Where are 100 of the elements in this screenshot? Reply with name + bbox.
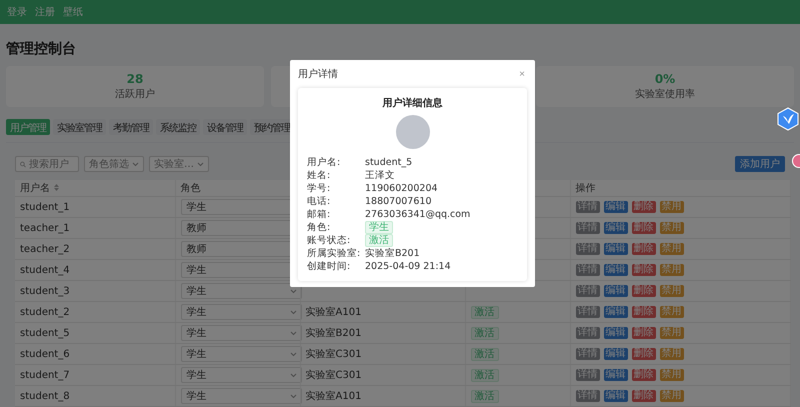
action-button[interactable]: 删除 [632,201,656,213]
field-tag: 学生 [365,221,393,234]
action-button[interactable]: 编辑 [604,285,628,297]
action-button[interactable]: 禁用 [660,348,684,360]
action-button[interactable]: 禁用 [660,222,684,234]
username-cell: teacher_2 [15,238,175,260]
chevron-icon [290,310,296,314]
filter-select[interactable]: 实验室… [149,156,209,172]
username-cell: teacher_1 [15,218,175,238]
role-value: 学生 [186,284,206,298]
action-button[interactable]: 编辑 [604,390,628,402]
field-label: 用户名: [307,156,342,169]
field-value: 2025-04-09 21:14 [365,261,451,272]
action-button[interactable]: 编辑 [604,369,628,381]
field-label: 创建时间: [307,260,352,273]
action-button[interactable]: 编辑 [604,348,628,360]
field-value: 王泽文 [365,170,395,181]
tab[interactable]: 设备管理 [203,119,247,135]
lab-cell: 实验室A101 [306,391,362,402]
username-cell: student_6 [15,344,175,364]
chevron-icon [197,162,204,166]
lab-cell: 实验室C301 [306,349,362,360]
tab[interactable]: 实验室管理 [53,119,106,135]
action-button[interactable]: 删除 [632,348,656,360]
field-label: 电话: [307,195,332,208]
action-button[interactable]: 编辑 [604,327,628,339]
chevron-icon [290,394,296,398]
column-label: 操作 [576,183,596,194]
role-value: 学生 [186,326,206,340]
chevron-icon [290,352,296,356]
action-button[interactable]: 编辑 [604,243,628,255]
field-value: 实验室B201 [365,248,420,259]
action-button[interactable]: 删除 [632,285,656,297]
role-select[interactable]: 学生 [180,346,302,362]
tab[interactable]: 用户管理 [6,119,50,135]
avatar-icon [396,115,430,149]
role-value: 学生 [186,390,206,403]
username-cell: student_1 [15,196,175,218]
action-button[interactable]: 禁用 [660,285,684,297]
action-button[interactable]: 编辑 [604,201,628,213]
action-button[interactable]: 删除 [632,264,656,276]
field-value: 18807007610 [365,196,432,207]
field-label: 邮箱: [307,208,332,221]
lab-cell: 实验室A101 [306,307,362,318]
username-cell: student_8 [15,386,175,406]
nav-link[interactable]: 壁纸 [63,5,83,19]
action-button[interactable]: 删除 [632,327,656,339]
action-button[interactable]: 禁用 [660,327,684,339]
field-label: 学号: [307,182,332,195]
role-select[interactable]: 学生 [180,367,302,383]
action-button[interactable]: 禁用 [660,306,684,318]
chevron-icon [290,330,296,336]
action-button[interactable]: 删除 [632,243,656,255]
role-value: 学生 [186,348,206,361]
action-button[interactable]: 编辑 [604,222,628,234]
close-button[interactable]: × [517,68,527,80]
action-button[interactable]: 编辑 [604,306,628,318]
detail-heading: 用户详细信息 [382,96,442,110]
stat-value: 0% [654,72,676,86]
role-select[interactable]: 学生 [180,388,302,404]
field-value: 2763036341@qq.com [365,209,470,220]
action-button[interactable]: 删除 [632,222,656,234]
nav-link[interactable]: 注册 [35,5,55,19]
status-tag: 激活 [470,348,498,360]
nav-link[interactable]: 登录 [7,5,27,19]
column-header[interactable]: 用户名 [15,180,175,196]
username-cell: student_3 [15,280,175,302]
stat-label: 实验室使用率 [635,88,695,101]
field-value: student_5 [365,157,412,168]
tab[interactable]: 系统监控 [156,119,200,135]
role-select[interactable]: 学生 [180,304,302,320]
action-button[interactable]: 删除 [632,390,656,402]
role-value: 学生 [186,264,206,277]
field-tag: 激活 [365,234,393,247]
tab[interactable]: 考勤管理 [109,119,153,135]
status-tag: 激活 [470,326,498,340]
action-button[interactable]: 禁用 [660,201,684,213]
role-value: 教师 [186,243,206,256]
action-button[interactable]: 禁用 [660,243,684,255]
field-value: 119060200204 [365,183,438,194]
role-select[interactable]: 学生 [180,325,302,341]
lab-cell: 实验室C301 [306,370,362,381]
action-button[interactable]: 删除 [632,369,656,381]
role-value: 学生 [186,368,206,382]
field-label: 角色: [307,221,332,234]
column-label: 角色 [180,183,200,194]
action-button[interactable]: 删除 [632,306,656,318]
role-select[interactable]: 学生 [180,283,302,299]
action-button[interactable]: 禁用 [660,390,684,402]
filter-select[interactable]: 角色筛选 [84,156,144,172]
role-value: 学生 [186,200,206,214]
action-button[interactable]: 禁用 [660,369,684,381]
username-cell: student_4 [15,260,175,280]
add-user-button[interactable]: 添加用户 [735,156,785,172]
action-button[interactable]: 禁用 [660,264,684,276]
stat-value: 28 [126,72,144,86]
sort-icon [54,184,59,191]
dialog-title: 用户详情 [298,68,338,81]
action-button[interactable]: 编辑 [604,264,628,276]
page-title: 管理控制台 [6,40,77,58]
